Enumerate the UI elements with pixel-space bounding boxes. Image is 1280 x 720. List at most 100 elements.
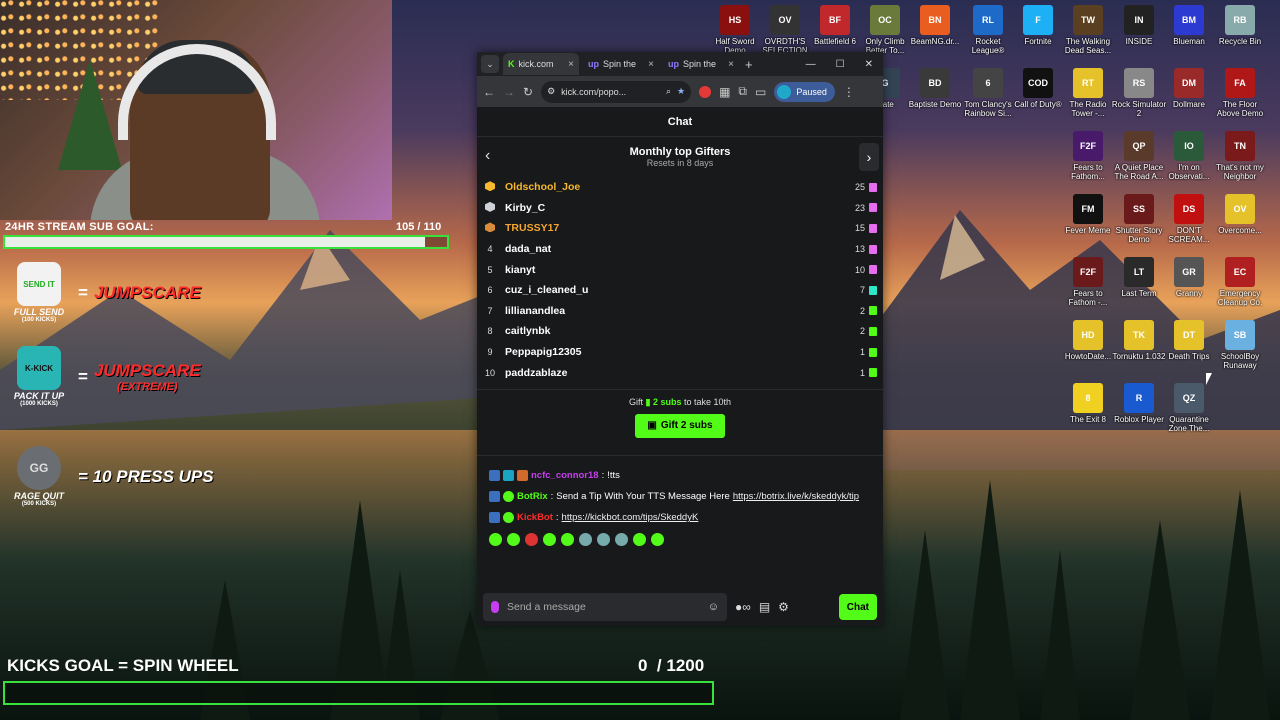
minimize-icon[interactable]: — xyxy=(806,59,816,70)
emote-icon[interactable] xyxy=(561,532,574,546)
gifter-name[interactable]: caitlynbk xyxy=(505,325,860,337)
tab-close-icon[interactable]: × xyxy=(648,59,654,70)
emote-icon[interactable] xyxy=(597,532,610,546)
desktop-icon[interactable]: GR Granny xyxy=(1163,257,1215,298)
app-icon: 8 xyxy=(1073,383,1103,413)
gifter-name[interactable]: TRUSSY17 xyxy=(505,222,855,234)
emote-icon[interactable] xyxy=(579,532,592,546)
gifter-name[interactable]: dada_nat xyxy=(505,243,855,255)
tab-spin-1[interactable]: up Spin the × xyxy=(583,53,659,75)
tab-spin-2[interactable]: up Spin the × xyxy=(663,53,739,75)
profile-paused-button[interactable]: Paused xyxy=(774,81,835,102)
chat-link[interactable]: https://botrix.live/k/skeddyk/tip xyxy=(733,491,859,503)
desktop-icon[interactable]: LT Last Term xyxy=(1113,257,1165,298)
desktop-icon[interactable]: 8 The Exit 8 xyxy=(1062,383,1114,424)
desktop-icon[interactable]: TK Tornuktu 1.032 xyxy=(1113,320,1165,361)
desktop-icon[interactable]: DT Death Trips xyxy=(1163,320,1215,361)
chevron-left-icon[interactable]: ‹ xyxy=(485,147,490,165)
emote-icon[interactable] xyxy=(489,532,502,546)
emote-icon[interactable] xyxy=(507,532,520,546)
desktop-icon[interactable]: RT The Radio Tower -... xyxy=(1062,68,1114,118)
emote-icon[interactable] xyxy=(633,532,646,546)
desktop-icon[interactable]: F2F Fears to Fathom -... xyxy=(1062,257,1114,307)
emoji-icon[interactable]: ☺ xyxy=(708,601,719,613)
chat-link[interactable]: https://kickbot.com/tips/SkeddyK xyxy=(562,512,699,524)
desktop-icon[interactable]: RS Rock Simulator 2 xyxy=(1112,68,1166,118)
extension-icon[interactable] xyxy=(699,85,712,98)
address-bar[interactable]: ⚙ kick.com/popo... ⌕ ★ xyxy=(541,80,692,103)
desktop-icon[interactable]: OC Only Climb Better To... xyxy=(859,5,911,55)
desktop-icon[interactable]: TN That's not my Neighbor xyxy=(1214,131,1266,181)
desktop-icon[interactable]: COD Call of Duty® xyxy=(1012,68,1064,109)
tab-search-icon[interactable]: ⌄ xyxy=(481,55,499,73)
tab-kick[interactable]: K kick.com × xyxy=(503,53,579,75)
zoom-icon[interactable]: ⌕ xyxy=(666,86,671,97)
gifter-name[interactable]: Oldschool_Joe xyxy=(505,181,855,193)
kicks-icon[interactable]: ●∞ xyxy=(735,600,751,614)
chat-input[interactable]: Send a message ☺ xyxy=(483,593,727,621)
maximize-icon[interactable]: ☐ xyxy=(836,59,845,70)
desktop-icon[interactable]: F Fortnite xyxy=(1012,5,1064,46)
tab-close-icon[interactable]: × xyxy=(568,59,574,70)
desktop-icon[interactable]: RB Recycle Bin xyxy=(1214,5,1266,46)
desktop-icon[interactable]: IN INSIDE xyxy=(1113,5,1165,46)
chat-send-button[interactable]: Chat xyxy=(838,594,877,620)
desktop-icon[interactable]: TW The Walking Dead Seas... xyxy=(1062,5,1114,55)
gifter-name[interactable]: kianyt xyxy=(505,264,855,276)
desktop-icon[interactable]: EC Emergency Cleanup Co. xyxy=(1214,257,1266,307)
extensions-puzzle-icon[interactable]: ⧉ xyxy=(738,84,747,99)
desktop-icon[interactable]: OV Overcome... xyxy=(1214,194,1266,235)
store-icon[interactable]: ▤ xyxy=(759,600,770,614)
tab-close-icon[interactable]: × xyxy=(728,59,734,70)
back-icon[interactable]: ← xyxy=(483,85,495,99)
desktop-icon[interactable]: R Roblox Player xyxy=(1113,383,1165,424)
extension-icon-2[interactable]: ▦ xyxy=(719,85,730,99)
emote-icon[interactable] xyxy=(525,532,538,546)
gifter-name[interactable]: Kirby_C xyxy=(505,202,855,214)
forward-icon[interactable]: → xyxy=(503,85,515,99)
reload-icon[interactable]: ↻ xyxy=(523,85,533,99)
desktop-icon[interactable]: DS DON'T SCREAM... xyxy=(1163,194,1215,244)
desktop-icon[interactable]: SB SchoolBoy Runaway xyxy=(1214,320,1266,370)
emote-icon[interactable] xyxy=(651,532,664,546)
bookmark-star-icon[interactable]: ★ xyxy=(677,86,685,97)
desktop-icon[interactable]: BM Blueman xyxy=(1163,5,1215,46)
gifter-name[interactable]: Peppapig12305 xyxy=(505,346,860,358)
site-info-icon[interactable]: ⚙ xyxy=(547,86,555,97)
new-tab-icon[interactable]: + xyxy=(745,57,753,72)
gifter-name[interactable]: lillianandlea xyxy=(505,305,860,317)
desktop-icon[interactable]: SS Shutter Story Demo xyxy=(1113,194,1165,244)
desktop-icon[interactable]: DM Dollmare xyxy=(1163,68,1215,109)
desktop-icon[interactable]: QZ Quarantine Zone The... xyxy=(1163,383,1215,433)
emote-icon[interactable] xyxy=(543,532,556,546)
desktop-icon[interactable]: RL Rocket League® xyxy=(962,5,1014,55)
emote-icon[interactable] xyxy=(615,532,628,546)
desktop-icon[interactable]: QP A Quiet Place The Road A... xyxy=(1113,131,1165,181)
desktop-icon[interactable]: BF Battlefield 6 xyxy=(809,5,861,46)
desktop-icon[interactable]: BD Baptiste Demo xyxy=(909,68,961,109)
desktop-icon[interactable]: OV OVRDTH'S SELECTION xyxy=(759,5,811,55)
desktop-icon[interactable]: FA The Floor Above Demo xyxy=(1214,68,1266,118)
chat-username[interactable]: BotRix xyxy=(517,491,548,503)
desktop-icon[interactable]: BN BeamNG.dr... xyxy=(909,5,961,46)
desktop-icon[interactable]: F2F Fears to Fathom... xyxy=(1062,131,1114,181)
desktop-icon[interactable]: 6 Tom Clancy's Rainbow Si... xyxy=(962,68,1014,118)
browser-menu-icon[interactable]: ⋮ xyxy=(843,85,855,99)
gifter-name[interactable]: paddzablaze xyxy=(505,367,860,379)
desktop-icon[interactable]: HD HowtoDate... xyxy=(1062,320,1114,361)
close-window-icon[interactable]: ✕ xyxy=(865,59,873,70)
gift-subs-button[interactable]: ▣ Gift 2 subs xyxy=(635,413,725,438)
desktop-icon[interactable]: IO I'm on Observati... xyxy=(1163,131,1215,181)
gifter-name[interactable]: cuz_i_cleaned_u xyxy=(505,284,860,296)
desktop-icon[interactable]: FM Fever Meme xyxy=(1062,194,1114,235)
chat-username[interactable]: KickBot xyxy=(517,512,553,524)
desktop-icon-label: The Walking Dead Seas... xyxy=(1064,37,1112,55)
chevron-right-icon[interactable]: › xyxy=(859,143,879,171)
microphone-icon[interactable] xyxy=(491,601,499,613)
sidebar-icon[interactable]: ▭ xyxy=(755,85,766,99)
desktop-icon[interactable]: HS Half Sword Demo xyxy=(709,5,761,55)
desktop-icon-label: A Quiet Place The Road A... xyxy=(1114,163,1164,181)
gifter-rank: 8 xyxy=(487,326,493,337)
settings-gear-icon[interactable]: ⚙ xyxy=(778,600,789,614)
chat-username[interactable]: ncfc_connor18 xyxy=(531,470,599,482)
